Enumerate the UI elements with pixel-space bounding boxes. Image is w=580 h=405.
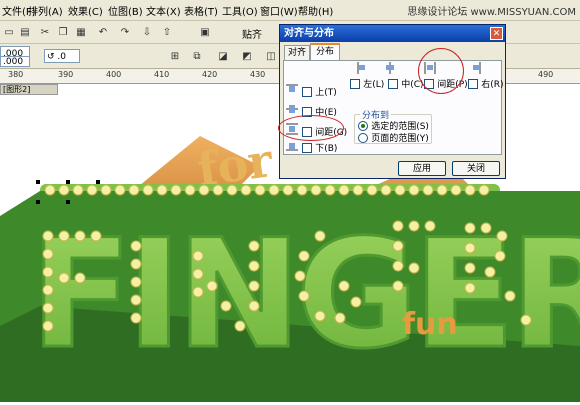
menu-help[interactable]: 帮助(H) (298, 3, 333, 18)
dist-bottom-option[interactable]: 下(B) (302, 141, 337, 154)
menu-bitmaps[interactable]: 位图(B) (108, 3, 143, 18)
tab-align[interactable]: 对齐 (284, 45, 310, 60)
ruler-label: 430 (250, 70, 266, 79)
menu-table[interactable]: 表格(T) (184, 3, 218, 18)
open-icon[interactable]: ▤ (18, 25, 32, 39)
ruler-label: 400 (106, 70, 122, 79)
distribute-center-icon (386, 62, 394, 74)
new-icon[interactable]: ▭ (2, 25, 16, 39)
menu-arrange[interactable]: 排列(A) (28, 3, 63, 18)
distribute-bottom-icon (286, 143, 298, 151)
dist-to-page-radio[interactable]: 页面的范围(Y) (358, 131, 429, 144)
dist-left-option[interactable]: 左(L) (350, 77, 384, 90)
cut-icon[interactable]: ✂ (38, 25, 52, 39)
trim-icon[interactable]: ◩ (240, 49, 254, 63)
apply-button[interactable]: 应用 (398, 161, 446, 176)
weld-icon[interactable]: ◪ (216, 49, 230, 63)
import-icon[interactable]: ⇩ (140, 25, 154, 39)
highlight-ellipse (278, 115, 344, 141)
redo-icon[interactable]: ↷ (118, 25, 132, 39)
copy-icon[interactable]: ❐ (56, 25, 70, 39)
dist-top-label: 上(T) (315, 88, 337, 98)
ruler-label: 390 (58, 70, 74, 79)
dist-to-page-label: 页面的范围(Y) (371, 134, 429, 144)
distribute-right-icon (473, 62, 481, 74)
highlight-ellipse (418, 48, 464, 94)
dist-right-label: 右(R) (481, 80, 504, 90)
undo-icon[interactable]: ↶ (96, 25, 110, 39)
distribute-top-icon (286, 84, 298, 92)
fun-text: fun (402, 307, 458, 342)
distribute-middle-icon (286, 105, 298, 113)
dist-center-option[interactable]: 中(C) (388, 77, 424, 90)
tab-distribute[interactable]: 分布 (310, 43, 340, 61)
intersect-icon[interactable]: ◫ (264, 49, 278, 63)
align-icon[interactable]: ⊞ (168, 49, 182, 63)
watermark-text: 思缘设计论坛 www.MISSYUAN.COM (407, 7, 576, 18)
angle-field[interactable]: ↺ .0 (44, 49, 80, 63)
dist-left-label: 左(L) (363, 80, 385, 90)
paste-icon[interactable]: ▦ (74, 25, 88, 39)
align-distribute-dialog: 对齐与分布 ✕ 对齐 分布 左(L) 中(C) 间距(P) 右(R) 上(T) … (279, 24, 506, 179)
export-icon[interactable]: ⇧ (160, 25, 174, 39)
ruler-label: 380 (8, 70, 24, 79)
document-tab[interactable]: [图形2] (0, 84, 58, 95)
angle-value: .0 (57, 52, 66, 62)
menu-text[interactable]: 文本(X) (146, 3, 181, 18)
menu-tools[interactable]: 工具(O) (222, 3, 258, 18)
height-field[interactable]: .000 (0, 56, 30, 67)
distribute-left-icon (357, 62, 365, 74)
snap-to-label[interactable]: 贴齐 (242, 26, 262, 41)
menu-window[interactable]: 窗口(W) (260, 3, 298, 18)
ruler-label: 490 (538, 70, 554, 79)
close-icon[interactable]: ✕ (490, 27, 503, 40)
zoom-icon[interactable]: ▣ (198, 25, 212, 39)
dialog-title[interactable]: 对齐与分布 (280, 25, 505, 42)
menu-effects[interactable]: 效果(C) (68, 3, 103, 18)
dist-bottom-label: 下(B) (315, 144, 338, 154)
close-button[interactable]: 关闭 (452, 161, 500, 176)
dist-right-option[interactable]: 右(R) (468, 77, 503, 90)
ruler-label: 410 (154, 70, 170, 79)
order-icon[interactable]: ⧉ (190, 49, 204, 63)
ruler-label: 420 (202, 70, 218, 79)
dist-top-option[interactable]: 上(T) (302, 85, 337, 98)
menu-bar: 文件(F) 排列(A) 效果(C) 位图(B) 文本(X) 表格(T) 工具(O… (0, 0, 580, 21)
